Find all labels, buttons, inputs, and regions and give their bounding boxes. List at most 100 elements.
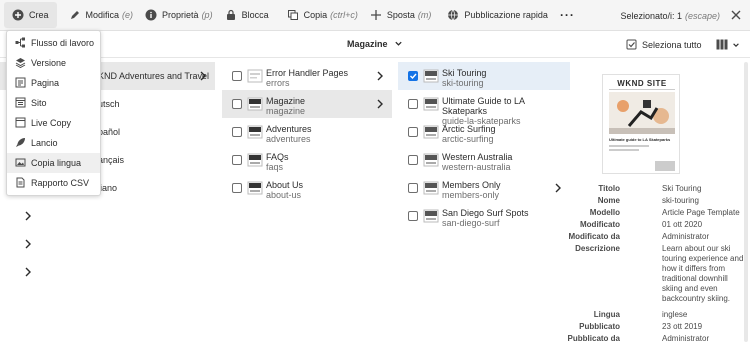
selection-shortcut: (escape) — [684, 10, 720, 21]
chevron-right-icon — [376, 71, 384, 81]
menu-item-version[interactable]: Versione — [7, 53, 100, 73]
menu-item-label: Live Copy — [31, 118, 72, 128]
list-item[interactable]: About Us about-us — [222, 174, 392, 202]
lock-button[interactable]: Blocca — [219, 0, 275, 31]
lock-label: Blocca — [241, 10, 269, 20]
menu-item-page[interactable]: Pagina — [7, 73, 100, 93]
row-checkbox[interactable] — [408, 127, 418, 137]
row-checkbox[interactable] — [408, 155, 418, 165]
item-name: about-us — [266, 190, 302, 200]
view-switcher[interactable] — [716, 39, 740, 50]
menu-item-site[interactable]: Sito — [7, 93, 100, 113]
action-toolbar: Crea Modifica (e) Proprietà (p) Blocca C… — [0, 0, 750, 31]
quick-publish-button[interactable]: Pubblicazione rapida — [441, 0, 554, 31]
list-item[interactable] — [0, 230, 215, 258]
chevron-down-icon[interactable] — [394, 39, 403, 50]
row-checkbox[interactable] — [408, 183, 418, 193]
lock-icon — [225, 9, 237, 21]
item-title: Magazine — [266, 96, 306, 106]
report-icon — [15, 177, 26, 188]
item-name: faqs — [266, 162, 284, 172]
item-title: FAQs — [266, 152, 289, 162]
menu-item-workflow[interactable]: Flusso di lavoro — [7, 33, 100, 53]
more-actions-button[interactable]: ··· — [554, 0, 581, 31]
row-checkbox[interactable] — [408, 211, 418, 221]
select-all-button[interactable]: Seleziona tutto — [626, 39, 702, 50]
menu-item-live-copy[interactable]: Live Copy — [7, 113, 100, 133]
menu-item-label: Copia lingua — [31, 158, 82, 168]
edit-label: Modifica — [85, 10, 120, 20]
row-checkbox[interactable] — [232, 99, 242, 109]
row-checkbox[interactable] — [232, 155, 242, 165]
row-checkbox[interactable] — [232, 71, 242, 81]
list-item[interactable]: Error Handler Pages errors — [222, 62, 392, 90]
select-all-icon — [626, 39, 637, 50]
item-title: Adventures — [266, 124, 312, 134]
properties-shortcut: (p) — [201, 10, 213, 20]
menu-item-label: Lancio — [31, 138, 58, 148]
chevron-right-icon — [24, 267, 32, 277]
scrollbar[interactable] — [744, 62, 748, 342]
menu-item-label: Flusso di lavoro — [31, 38, 95, 48]
item-name: errors — [266, 78, 290, 88]
item-title: Error Handler Pages — [266, 68, 349, 78]
create-button[interactable]: Crea — [4, 2, 57, 28]
item-title: San Diego Surf Spots — [442, 208, 529, 218]
list-item-title: KND Adventures and Travel — [98, 71, 210, 81]
list-item[interactable]: Arctic Surfing arctic-surfing — [398, 118, 570, 146]
preview-brand: WKND SITE — [617, 79, 667, 88]
selection-count: Selezionato/i: 1 — [620, 10, 682, 21]
list-item[interactable]: FAQs faqs — [222, 146, 392, 174]
list-item[interactable] — [0, 258, 215, 286]
copy-shortcut: (ctrl+c) — [330, 10, 358, 20]
item-name: western-australia — [442, 162, 511, 172]
list-item-title: ançais — [98, 155, 125, 165]
item-name: san-diego-surf — [442, 218, 500, 228]
properties-button[interactable]: Proprietà (p) — [139, 0, 219, 31]
page-thumbnail — [423, 180, 439, 196]
column-header-bar: Magazine Seleziona tutto — [0, 32, 750, 58]
item-name: ski-touring — [442, 78, 484, 88]
list-item[interactable]: Ski Touring ski-touring — [398, 62, 570, 90]
page-thumbnail — [247, 96, 263, 112]
close-icon[interactable] — [730, 9, 742, 21]
list-item[interactable]: Magazine magazine — [222, 90, 392, 118]
current-folder-title[interactable]: Magazine — [347, 39, 388, 49]
column-site-pages: Error Handler Pages errors Magazine magazi… — [222, 62, 392, 202]
list-item[interactable] — [0, 202, 215, 230]
row-checkbox[interactable] — [232, 127, 242, 137]
menu-item-label: Rapporto CSV — [31, 178, 90, 188]
globe-icon — [447, 9, 459, 21]
copy-button[interactable]: Copia (ctrl+c) — [281, 0, 364, 31]
layers-icon — [15, 57, 26, 69]
chevron-right-icon — [24, 211, 32, 221]
info-icon — [145, 9, 157, 21]
edit-shortcut: (e) — [122, 10, 134, 20]
menu-item-label: Pagina — [31, 78, 60, 88]
row-checkbox[interactable] — [408, 71, 418, 81]
menu-item-label: Sito — [31, 98, 47, 108]
list-item[interactable]: Adventures adventures — [222, 118, 392, 146]
row-checkbox[interactable] — [408, 99, 418, 109]
add-circle-icon — [12, 9, 24, 21]
menu-item-language-copy[interactable]: Copia lingua — [7, 153, 100, 173]
item-name: adventures — [266, 134, 311, 144]
menu-item-launch[interactable]: Lancio — [7, 133, 100, 153]
list-item[interactable]: Western Australia western-australia — [398, 146, 570, 174]
rocket-icon — [15, 137, 26, 148]
edit-button[interactable]: Modifica (e) — [63, 0, 140, 31]
chevron-right-icon — [376, 99, 384, 109]
workflow-icon — [15, 37, 26, 48]
page-thumbnail — [247, 124, 263, 140]
select-all-label: Seleziona tutto — [642, 39, 702, 50]
page-thumbnail — [423, 68, 439, 84]
list-item[interactable]: Ultimate Guide to LA Skateparks guide-la-… — [398, 90, 570, 126]
move-button[interactable]: Sposta (m) — [364, 0, 438, 31]
preview-body-lines — [609, 145, 649, 147]
live-copy-icon — [15, 117, 26, 128]
pencil-icon — [69, 9, 81, 21]
item-name: arctic-surfing — [442, 134, 494, 144]
copy-label: Copia — [303, 10, 328, 20]
menu-item-csv-report[interactable]: Rapporto CSV — [7, 173, 100, 193]
row-checkbox[interactable] — [232, 183, 242, 193]
